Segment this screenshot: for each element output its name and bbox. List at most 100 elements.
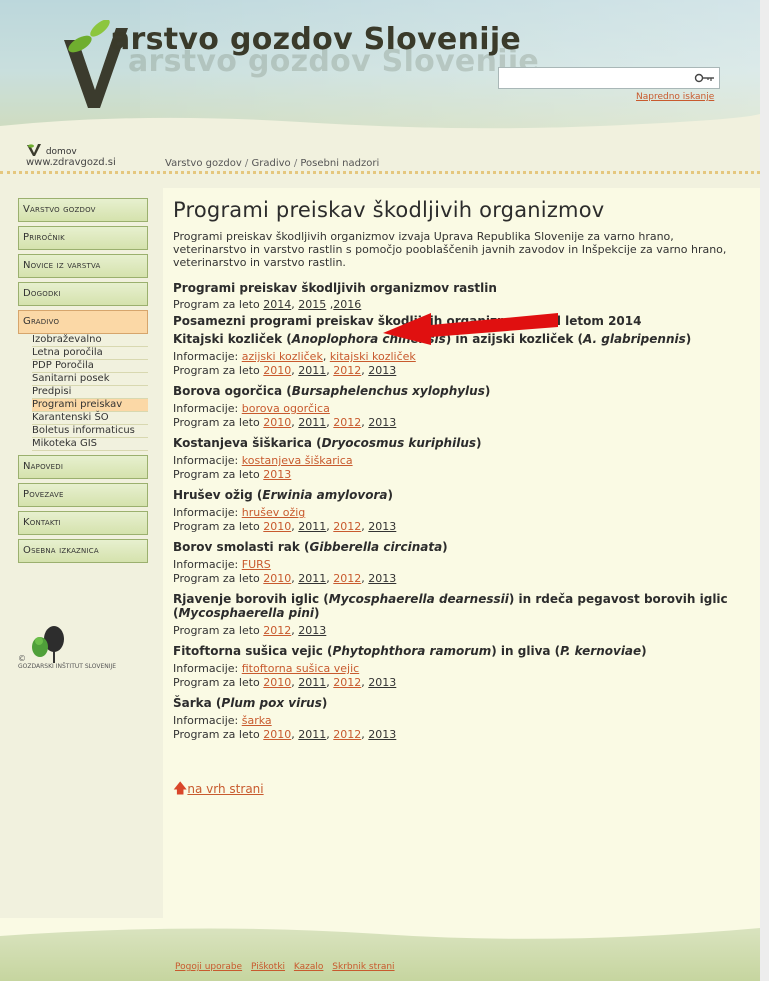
footer-link[interactable]: Kazalo xyxy=(294,962,324,972)
year-link[interactable]: 2016 xyxy=(333,298,361,311)
footer-link[interactable]: Pogoji uporabe xyxy=(175,962,242,972)
sidebar-nav: Varstvo gozdov Priročnik Novice iz varst… xyxy=(18,198,148,567)
year-link[interactable]: 2011 xyxy=(298,572,326,585)
info-line: Informacije: azijski kozliček, kitajski … xyxy=(173,350,416,363)
submenu-item[interactable]: Sanitarni posek xyxy=(32,373,148,386)
info-line: Informacije: FURS xyxy=(173,558,750,572)
year-link[interactable]: 2013 xyxy=(368,572,396,585)
submenu-item[interactable]: Boletus informaticus xyxy=(32,425,148,438)
year-link[interactable]: 2012 xyxy=(333,728,361,741)
pest-name-part: Kostanjeva šiškarica ( xyxy=(173,436,322,450)
year-link[interactable]: 2013 xyxy=(263,468,291,481)
submenu-item-active[interactable]: Programi preiskav xyxy=(32,399,148,412)
program-years-line: Program za leto 2010, 2011, 2012, 2013 xyxy=(173,572,397,585)
program-years-line: Program za leto 2010, 2011, 2012, 2013 xyxy=(173,364,397,377)
search-button[interactable] xyxy=(691,69,719,87)
home-link[interactable]: domov xyxy=(46,147,77,157)
gozdarski-institut-logo[interactable]: © GOZDARSKI INŠTITUT SLOVENIJE xyxy=(18,625,148,685)
pest-name-part: ) xyxy=(387,488,393,502)
sidebar-item-osebna-izkaznica[interactable]: Osebna izkaznica xyxy=(18,539,148,563)
pest-name-part: ) xyxy=(484,384,491,398)
arrow-up-icon: 🡅 xyxy=(173,781,188,797)
sidebar-item-novice[interactable]: Novice iz varstva xyxy=(18,254,148,278)
home-url[interactable]: www.zdravgozd.si xyxy=(26,157,146,168)
year-link[interactable]: 2010 xyxy=(263,728,291,741)
year-link[interactable]: 2010 xyxy=(263,364,291,377)
pest-name-part: Kitajski kozliček ( xyxy=(173,332,292,346)
year-link[interactable]: 2014 xyxy=(263,298,291,311)
back-to-top[interactable]: 🡅na vrh strani xyxy=(173,778,750,802)
info-line: Informacije: kostanjeva šiškarica xyxy=(173,454,750,468)
info-link[interactable]: kostanjeva šiškarica xyxy=(242,454,353,467)
latin-name: Phytophthora ramorum xyxy=(332,644,492,658)
breadcrumb-item[interactable]: Varstvo gozdov xyxy=(165,158,242,169)
year-link[interactable]: 2013 xyxy=(368,728,396,741)
info-label: Informacije: xyxy=(173,558,239,571)
info-link[interactable]: fitoftorna sušica vejic xyxy=(242,662,359,675)
info-link[interactable]: borova ogorčica xyxy=(242,402,330,415)
info-link[interactable]: FURS xyxy=(242,558,271,571)
pest-block: Kostanjeva šiškarica (Dryocosmus kuriphi… xyxy=(173,436,750,482)
sidebar-item-dogodki[interactable]: Dogodki xyxy=(18,282,148,306)
page: arstvo gozdov Slovenije arstvo gozdov Sl… xyxy=(0,0,760,981)
info-label: Informacije: xyxy=(173,662,239,675)
year-link[interactable]: 2013 xyxy=(368,520,396,533)
info-link[interactable]: kitajski kozliček xyxy=(330,350,416,363)
submenu-item[interactable]: Mikoteka GIS xyxy=(32,438,148,451)
year-link[interactable]: 2011 xyxy=(298,364,326,377)
advanced-search-link[interactable]: Napredno iskanje xyxy=(636,92,714,102)
year-link[interactable]: 2012 xyxy=(263,624,291,637)
pest-block: Fitoftorna sušica vejic (Phytophthora ra… xyxy=(173,644,750,690)
search-input[interactable] xyxy=(499,68,689,88)
submenu-item[interactable]: Predpisi xyxy=(32,386,148,399)
back-to-top-link[interactable]: na vrh strani xyxy=(187,782,263,796)
info-link[interactable]: šarka xyxy=(242,714,272,727)
sidebar-item-napovedi[interactable]: Napovedi xyxy=(18,455,148,479)
year-link[interactable]: 2012 xyxy=(333,364,361,377)
submenu-item[interactable]: Karantenski ŠO xyxy=(32,412,148,425)
latin-name: Dryocosmus kuriphilus xyxy=(321,436,477,450)
program-label: Program za leto xyxy=(173,298,260,311)
sidebar-item-varstvo-gozdov[interactable]: Varstvo gozdov xyxy=(18,198,148,222)
pest-block: Rjavenje borovih iglic (Mycosphaerella d… xyxy=(173,592,750,638)
info-link[interactable]: hrušev ožig xyxy=(242,506,306,519)
program-label: Program za leto xyxy=(173,676,260,689)
sidebar-item-kontakti[interactable]: Kontakti xyxy=(18,511,148,535)
year-link[interactable]: 2011 xyxy=(298,676,326,689)
program-years-line: Program za leto 2012, 2013 xyxy=(173,624,327,637)
sidebar-item-gradivo[interactable]: Gradivo xyxy=(18,310,148,334)
info-link[interactable]: azijski kozliček xyxy=(242,350,323,363)
info-label: Informacije: xyxy=(173,454,239,467)
footer-link[interactable]: Skrbnik strani xyxy=(332,962,394,972)
intro-text: Programi preiskav škodljivih organizmov … xyxy=(173,230,727,269)
sidebar-item-povezave[interactable]: Povezave xyxy=(18,483,148,507)
year-link[interactable]: 2010 xyxy=(263,520,291,533)
year-link[interactable]: 2010 xyxy=(263,416,291,429)
year-link[interactable]: 2010 xyxy=(263,572,291,585)
year-link[interactable]: 2013 xyxy=(368,364,396,377)
year-link[interactable]: 2011 xyxy=(298,416,326,429)
year-link[interactable]: 2011 xyxy=(298,728,326,741)
sidebar-item-prirocnik[interactable]: Priročnik xyxy=(18,226,148,250)
pest-title: Fitoftorna sušica vejic (Phytophthora ra… xyxy=(173,644,750,658)
footer-link[interactable]: Piškotki xyxy=(251,962,285,972)
breadcrumb-item[interactable]: Gradivo xyxy=(251,158,290,169)
year-link[interactable]: 2013 xyxy=(368,676,396,689)
year-link[interactable]: 2012 xyxy=(333,676,361,689)
year-link[interactable]: 2010 xyxy=(263,676,291,689)
year-link[interactable]: 2013 xyxy=(298,624,326,637)
pest-title: Šarka (Plum pox virus) xyxy=(173,696,750,710)
year-link[interactable]: 2012 xyxy=(333,520,361,533)
home-area[interactable]: domov www.zdravgozd.si xyxy=(26,143,146,183)
year-link[interactable]: 2015 xyxy=(298,298,326,311)
pest-name-part: ) in gliva ( xyxy=(491,644,561,658)
submenu-item[interactable]: Letna poročila xyxy=(32,347,148,360)
red-annotation-arrow-icon xyxy=(383,313,558,345)
year-link[interactable]: 2011 xyxy=(298,520,326,533)
year-link[interactable]: 2012 xyxy=(333,416,361,429)
submenu-item[interactable]: PDP Poročila xyxy=(32,360,148,373)
submenu-item[interactable]: Izobraževalno xyxy=(32,334,148,347)
site-title[interactable]: arstvo gozdov Slovenije xyxy=(110,22,521,57)
year-link[interactable]: 2013 xyxy=(368,416,396,429)
year-link[interactable]: 2012 xyxy=(333,572,361,585)
